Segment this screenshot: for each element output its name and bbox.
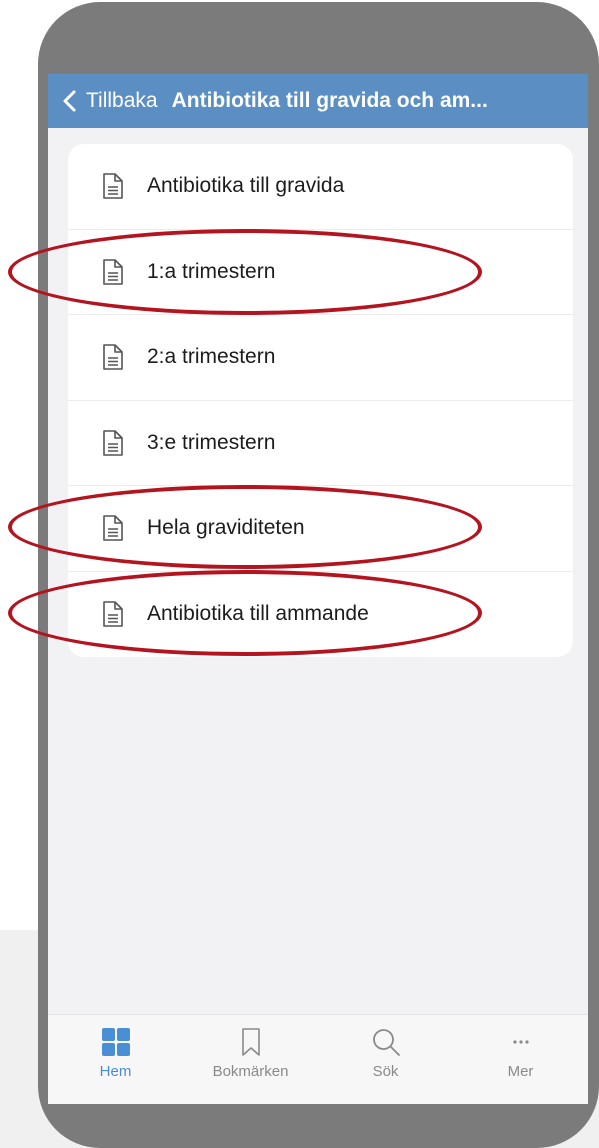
list-item-label: Antibiotika till gravida (147, 174, 345, 198)
list-item-3e-trimestern[interactable]: 3:e trimestern (68, 401, 573, 486)
tab-bokmarken[interactable]: Bokmärken (196, 1015, 306, 1080)
list-item-hela-graviditeten[interactable]: Hela graviditeten (68, 486, 573, 572)
back-button[interactable]: Tillbaka (48, 89, 158, 113)
tab-label: Mer (507, 1063, 534, 1080)
document-icon (103, 601, 123, 628)
home-grid-icon (101, 1028, 130, 1056)
tab-label: Sök (372, 1063, 399, 1080)
navigation-bar: Tillbaka Antibiotika till gravida och am… (48, 74, 588, 128)
list-item-label: Antibiotika till ammande (147, 602, 369, 626)
document-icon (103, 515, 123, 542)
list-item-1a-trimestern[interactable]: 1:a trimestern (68, 230, 573, 315)
page-title: Antibiotika till gravida och am... (171, 89, 488, 112)
document-icon (103, 344, 123, 371)
tab-sok[interactable]: Sök (331, 1015, 441, 1080)
list-item-label: 3:e trimestern (147, 430, 276, 454)
more-icon (512, 1040, 529, 1044)
list-item-label: 1:a trimestern (147, 259, 276, 283)
tab-label: Bokmärken (212, 1063, 289, 1080)
bookmark-icon (241, 1028, 260, 1056)
list-item-antibiotika-till-gravida[interactable]: Antibiotika till gravida (68, 144, 573, 230)
tab-mer[interactable]: Mer (466, 1015, 576, 1080)
app-screen: Tillbaka Antibiotika till gravida och am… (48, 74, 588, 1104)
list-item-antibiotika-till-ammande[interactable]: Antibiotika till ammande (68, 572, 573, 658)
document-icon (103, 429, 123, 456)
back-label: Tillbaka (86, 89, 158, 112)
tab-hem[interactable]: Hem (61, 1015, 171, 1080)
list-item-2a-trimestern[interactable]: 2:a trimestern (68, 315, 573, 401)
search-icon (372, 1029, 400, 1056)
list-item-label: Hela graviditeten (147, 516, 305, 540)
document-icon (103, 173, 123, 200)
tab-label: Hem (99, 1063, 132, 1080)
list-item-label: 2:a trimestern (147, 345, 276, 369)
document-icon (103, 258, 123, 285)
document-list: Antibiotika till gravida 1:a trimestern … (68, 144, 573, 657)
tab-bar: Hem Bokmärken Sök Mer (48, 1014, 588, 1104)
chevron-left-icon (63, 90, 76, 112)
